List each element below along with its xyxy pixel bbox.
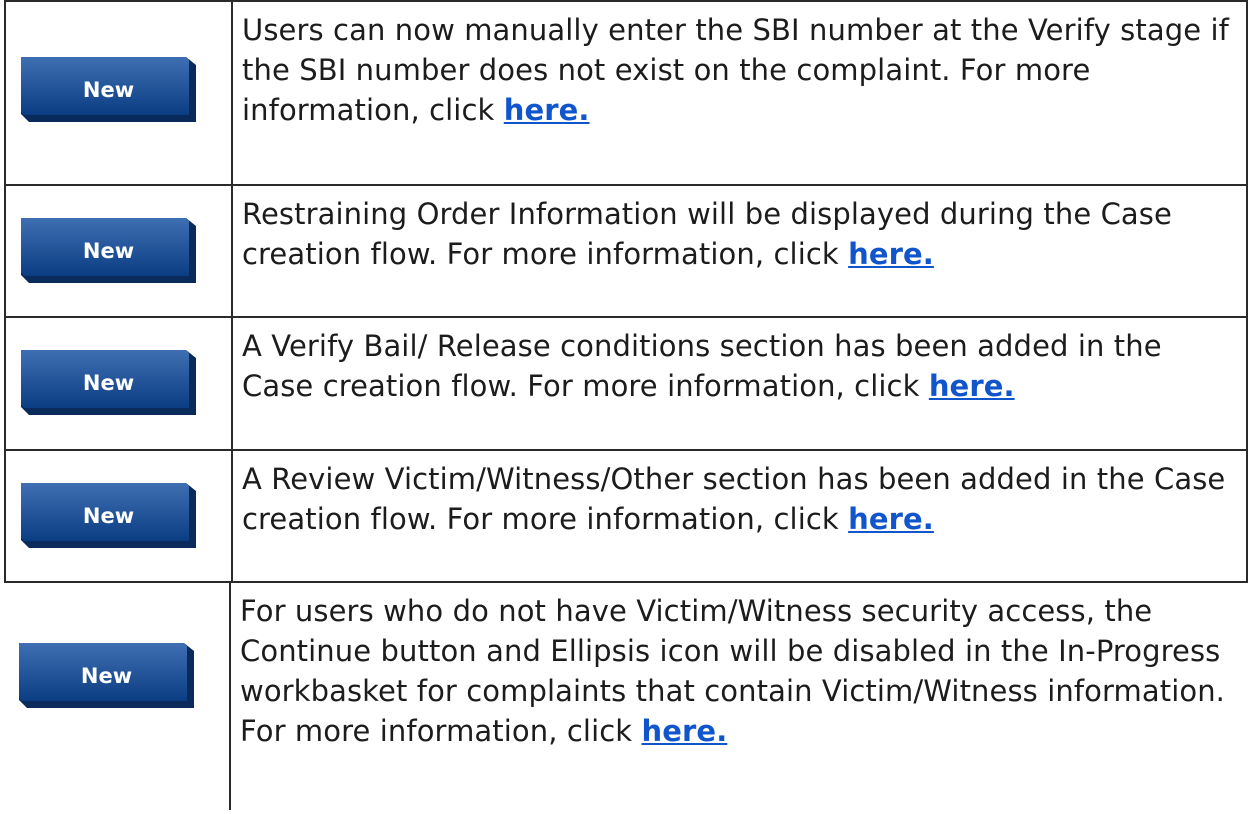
table-row: New A Verify Bail/ Release conditions se…: [4, 316, 1248, 449]
description-text: A Review Victim/Witness/Other section ha…: [242, 459, 1240, 539]
badge-label: New: [82, 370, 135, 395]
table-row: New Restraining Order Information will b…: [4, 184, 1248, 316]
description-cell: Users can now manually enter the SBI num…: [233, 2, 1248, 184]
description-body: A Verify Bail/ Release conditions sectio…: [242, 329, 1162, 403]
badge-label: New: [80, 663, 133, 688]
badge-cell: New: [4, 186, 233, 316]
here-link[interactable]: here.: [848, 237, 934, 271]
badge-label: New: [82, 77, 135, 102]
table-row: New Users can now manually enter the SBI…: [4, 0, 1248, 184]
description-cell: Restraining Order Information will be di…: [233, 186, 1248, 316]
description-cell: For users who do not have Victim/Witness…: [231, 583, 1248, 810]
badge-label: New: [82, 238, 135, 263]
badge-cell: New: [4, 583, 231, 810]
here-link[interactable]: here.: [848, 502, 934, 536]
description-cell: A Verify Bail/ Release conditions sectio…: [233, 318, 1248, 449]
description-cell: A Review Victim/Witness/Other section ha…: [233, 451, 1248, 581]
badge-cell: New: [4, 451, 233, 581]
table-row: New A Review Victim/Witness/Other sectio…: [4, 449, 1248, 581]
here-link[interactable]: here.: [929, 369, 1015, 403]
table-row: New For users who do not have Victim/Wit…: [4, 581, 1248, 810]
new-badge: New: [21, 57, 196, 122]
description-text: Restraining Order Information will be di…: [242, 194, 1240, 274]
new-badge: New: [21, 218, 196, 283]
badge-cell: New: [4, 318, 233, 449]
description-text: A Verify Bail/ Release conditions sectio…: [242, 326, 1240, 406]
here-link[interactable]: here.: [642, 714, 728, 748]
new-badge: New: [19, 643, 194, 708]
badge-cell: New: [4, 2, 233, 184]
description-text: For users who do not have Victim/Witness…: [240, 591, 1242, 751]
badge-label: New: [82, 503, 135, 528]
here-link[interactable]: here.: [504, 93, 590, 127]
description-text: Users can now manually enter the SBI num…: [242, 10, 1240, 130]
new-badge: New: [21, 350, 196, 415]
release-notes-table: New Users can now manually enter the SBI…: [4, 0, 1248, 810]
description-body: Restraining Order Information will be di…: [242, 197, 1172, 271]
description-body: A Review Victim/Witness/Other section ha…: [242, 462, 1226, 536]
description-body: For users who do not have Victim/Witness…: [240, 594, 1225, 748]
description-body: Users can now manually enter the SBI num…: [242, 13, 1229, 127]
new-badge: New: [21, 483, 196, 548]
